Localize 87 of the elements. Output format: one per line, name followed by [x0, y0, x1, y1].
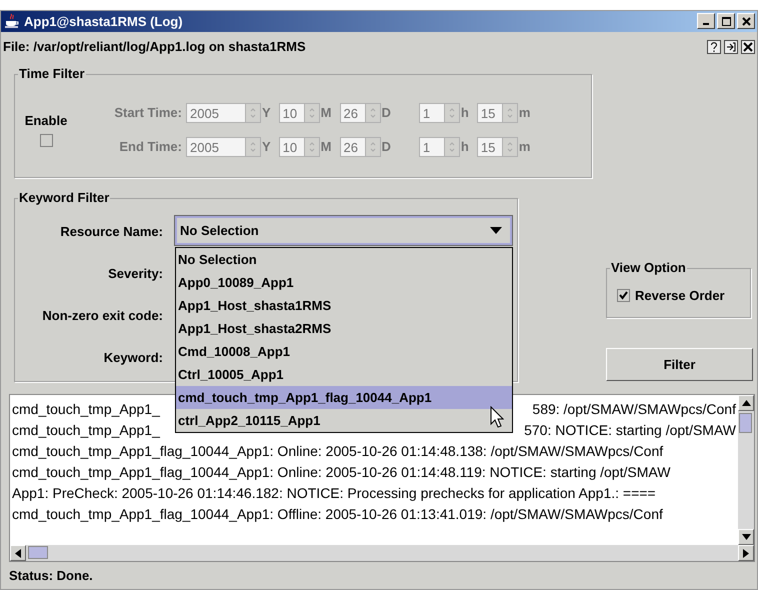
log-line: App1: PreCheck: 2005-10-26 01:14:46.182: NOTICE: Processing prechecks for application App1.: ====	[12, 484, 656, 503]
spinner-field[interactable]: 1	[418, 136, 445, 157]
dropdown-option[interactable]: Cmd_10008_App1	[176, 340, 512, 363]
spinner-arrows-icon[interactable]	[366, 102, 381, 123]
enable-label: Enable	[24, 112, 68, 128]
spinner-field[interactable]: 1	[418, 102, 445, 123]
scroll-thumb[interactable]	[28, 546, 48, 559]
field-label: Keyword:	[102, 349, 163, 365]
horizontal-scrollbar[interactable]	[10, 545, 754, 561]
maximize-button[interactable]	[717, 13, 735, 30]
unit-label: D	[382, 139, 391, 154]
spinner-arrows-icon[interactable]	[444, 102, 460, 123]
spinner-arrows-icon[interactable]	[366, 136, 381, 157]
log-line: 570: NOTICE: starting /opt/SMAW	[524, 421, 736, 440]
scroll-thumb[interactable]	[739, 413, 752, 433]
checkbox-label: Reverse Order	[635, 288, 725, 302]
spinner-field[interactable]: 2005	[186, 136, 246, 157]
log-line: cmd_touch_tmp_App1_flag_10044_App1: Online: 2005-10-26 01:14:48.138: /opt/SMAW/SMAWpcs/Conf	[12, 442, 664, 461]
field-label: Resource Name:	[59, 223, 163, 239]
reverse-order-checkbox[interactable]	[617, 288, 630, 302]
help-icon[interactable]	[707, 40, 721, 54]
dropdown-option[interactable]: ctrl_App2_10115_App1	[176, 409, 512, 432]
dropdown-option[interactable]: cmd_touch_tmp_App1_flag_10044_App1	[176, 386, 512, 409]
spinner-arrows-icon[interactable]	[246, 102, 261, 123]
right-arrow-icon	[743, 548, 749, 558]
spinner-field[interactable]: 26	[340, 136, 366, 157]
unit-label: Y	[262, 105, 271, 120]
spinner-arrows-icon[interactable]	[444, 136, 460, 157]
scroll-left-button[interactable]	[10, 545, 26, 561]
minimize-button[interactable]	[697, 13, 715, 30]
dropdown-option[interactable]: No Selection	[176, 248, 512, 271]
unit-label: D	[382, 105, 391, 120]
time-label: Start Time:	[113, 105, 182, 120]
field-label: Severity:	[107, 265, 163, 281]
dropdown-option[interactable]: App1_Host_shasta1RMS	[176, 294, 512, 317]
spinner-arrows-icon[interactable]	[304, 102, 320, 123]
field-label: Non-zero exit code:	[41, 307, 163, 323]
unit-label: h	[460, 139, 469, 154]
unit-label: M	[320, 139, 332, 154]
spinner-arrows-icon[interactable]	[502, 136, 518, 157]
filter-button[interactable]: Filter	[606, 348, 753, 381]
spinner-field[interactable]: 15	[476, 136, 503, 157]
log-line: cmd_touch_tmp_App1_	[12, 400, 160, 419]
window-title: App1@shasta1RMS (Log)	[24, 14, 184, 29]
spinner-field[interactable]: 10	[278, 136, 305, 157]
left-arrow-icon	[15, 548, 21, 558]
spinner-field[interactable]: 10	[278, 102, 305, 123]
close-icon	[742, 16, 750, 26]
unit-label: Y	[262, 139, 271, 154]
dropdown-option[interactable]: App1_Host_shasta2RMS	[176, 317, 512, 340]
mouse-pointer-icon	[490, 406, 504, 428]
spinner-field[interactable]: 2005	[186, 102, 246, 123]
maximize-icon	[722, 16, 730, 26]
unit-label: m	[518, 139, 530, 154]
time-label: End Time:	[118, 139, 182, 154]
log-line: cmd_touch_tmp_App1_flag_10044_App1: Offline: 2005-10-26 01:13:41.019: /opt/SMAW/SMAWpcs/Conf	[12, 505, 663, 524]
status-text: Status: Done.	[8, 567, 94, 585]
close-icon[interactable]	[741, 40, 755, 54]
resource-name-dropdown[interactable]: No Selection	[175, 216, 512, 245]
cup-icon	[5, 13, 19, 30]
close-button[interactable]	[737, 13, 755, 30]
spinner-arrows-icon[interactable]	[502, 102, 518, 123]
dropdown-option[interactable]: App0_10089_App1	[176, 271, 512, 294]
group-title: Keyword Filter	[18, 190, 110, 205]
enable-checkbox[interactable]	[40, 134, 52, 147]
spinner-arrows-icon[interactable]	[304, 136, 320, 157]
spinner-field[interactable]: 15	[476, 102, 503, 123]
log-line: cmd_touch_tmp_App1_	[12, 421, 160, 440]
log-line: cmd_touch_tmp_App1_flag_10044_App1: Online: 2005-10-26 01:14:48.119: NOTICE: starting /opt/SMAW	[12, 463, 670, 482]
log-line: 589: /opt/SMAW/SMAWpcs/Conf	[532, 400, 736, 419]
unit-label: h	[460, 105, 469, 120]
vertical-scrollbar[interactable]	[738, 395, 754, 545]
scroll-down-button[interactable]	[738, 529, 754, 545]
file-path-label: File: /var/opt/reliant/log/App1.log on shasta1RMS	[3, 39, 306, 54]
down-arrow-icon	[742, 534, 750, 540]
dropdown-option[interactable]: Ctrl_10005_App1	[176, 363, 512, 386]
spinner-arrows-icon[interactable]	[246, 136, 261, 157]
group-title: View Option	[610, 260, 687, 275]
unit-label: M	[320, 105, 332, 120]
spinner-field[interactable]: 26	[340, 102, 366, 123]
group-title: Time Filter	[18, 66, 86, 81]
unit-label: m	[518, 105, 530, 120]
up-arrow-icon	[742, 400, 750, 406]
scroll-up-button[interactable]	[738, 395, 754, 411]
exit-icon[interactable]	[724, 40, 738, 54]
scroll-right-button[interactable]	[738, 545, 754, 561]
caret-icon	[490, 227, 502, 234]
